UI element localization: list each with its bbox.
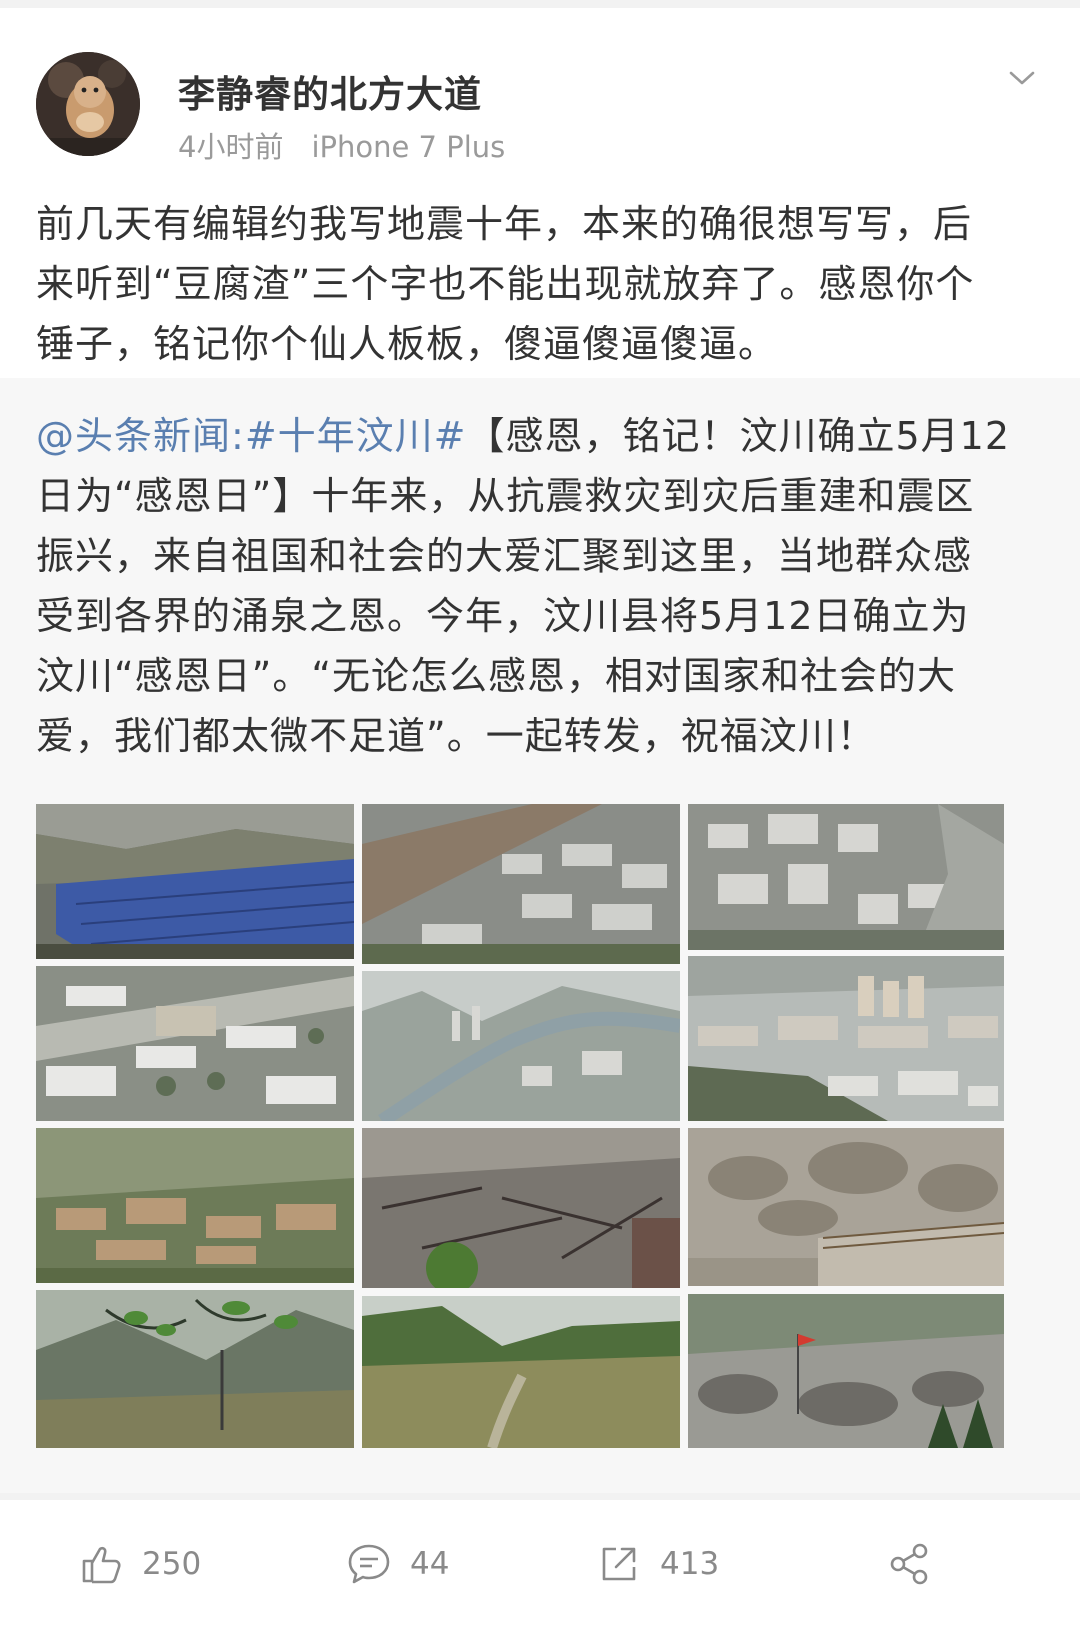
repost-text-line: 汶川“感恩日”。“无论怎么感恩，相对国家和社会的大	[36, 654, 957, 698]
comment-count: 44	[410, 1546, 450, 1582]
post-meta: 4小时前 iPhone 7 Plus	[178, 124, 505, 166]
share-button[interactable]	[886, 1500, 950, 1628]
repost-icon	[596, 1541, 642, 1587]
post-text-line: 锤子，铭记你个仙人板板，傻逼傻逼傻逼。	[36, 322, 778, 366]
hashtag-link[interactable]: #十年汶川#	[245, 414, 467, 458]
photo-valley-city-haze[interactable]	[362, 971, 680, 1121]
photo-damaged-village[interactable]	[36, 1128, 354, 1283]
comment-icon	[346, 1541, 392, 1587]
reposted-content[interactable]: @头条新闻:#十年汶川#【感恩，铭记！汶川确立5月12 日为“感恩日”】十年来，…	[0, 378, 1080, 1493]
repost-button[interactable]: 413	[596, 1500, 719, 1628]
like-button[interactable]: 250	[78, 1500, 201, 1628]
photo-blue-tents[interactable]	[36, 804, 354, 959]
repost-headline: 【感恩，铭记！汶川确立5月12	[466, 414, 1011, 458]
like-count: 250	[142, 1546, 202, 1582]
photo-mountain-pylon[interactable]	[36, 1290, 354, 1448]
photo-green-valley-path[interactable]	[362, 1296, 680, 1448]
repost-text-line: 日为“感恩日”】十年来，从抗震救灾到灾后重建和震区	[36, 474, 975, 518]
repost-count: 413	[660, 1546, 720, 1582]
photo-rubble-flag[interactable]	[688, 1294, 1004, 1448]
post-time: 4小时前	[178, 130, 284, 164]
post-source: iPhone 7 Plus	[311, 130, 506, 164]
post-text-line: 前几天有编辑约我写地震十年，本来的确很想写写，后	[36, 202, 973, 246]
author-avatar[interactable]	[36, 52, 140, 156]
repost-text-line: 受到各界的涌泉之恩。今年，汶川县将5月12日确立为	[36, 594, 970, 638]
photo-river-town-aerial[interactable]	[362, 804, 680, 964]
comment-button[interactable]: 44	[346, 1500, 449, 1628]
photo-rubble-ruins[interactable]	[362, 1128, 680, 1288]
photo-grid	[36, 804, 1044, 1470]
repost-text-line: 爱，我们都太微不足道”。一起转发，祝福汶川！	[36, 714, 876, 758]
photo-rebuilt-village[interactable]	[36, 966, 354, 1121]
post-text: 前几天有编辑约我写地震十年，本来的确很想写写，后 来听到“豆腐渣”三个字也不能出…	[36, 194, 1046, 374]
photo-town-aerial[interactable]	[688, 804, 1004, 950]
repost-text-line: 振兴，来自祖国和社会的大爱汇聚到这里，当地群众感	[36, 534, 973, 578]
chevron-down-icon[interactable]	[1006, 62, 1038, 94]
thumbs-up-icon	[78, 1541, 124, 1587]
photo-landslide-rocks[interactable]	[688, 1128, 1004, 1286]
weibo-post-card: 李静睿的北方大道 4小时前 iPhone 7 Plus 前几天有编辑约我写地震十年…	[0, 8, 1080, 1493]
repost-text: @头条新闻:#十年汶川#【感恩，铭记！汶川确立5月12 日为“感恩日”】十年来，…	[36, 406, 1048, 766]
action-bar: 250 44 413	[0, 1500, 1080, 1628]
author-name[interactable]: 李静睿的北方大道	[178, 64, 482, 118]
photo-hillside-city[interactable]	[688, 956, 1004, 1121]
share-icon	[886, 1541, 932, 1587]
post-text-line: 来听到“豆腐渣”三个字也不能出现就放弃了。感恩你个	[36, 262, 975, 306]
mention-link[interactable]: @头条新闻:	[36, 414, 245, 458]
repost-text-line: @头条新闻:#十年汶川#【感恩，铭记！汶川确立5月12	[36, 406, 1048, 466]
